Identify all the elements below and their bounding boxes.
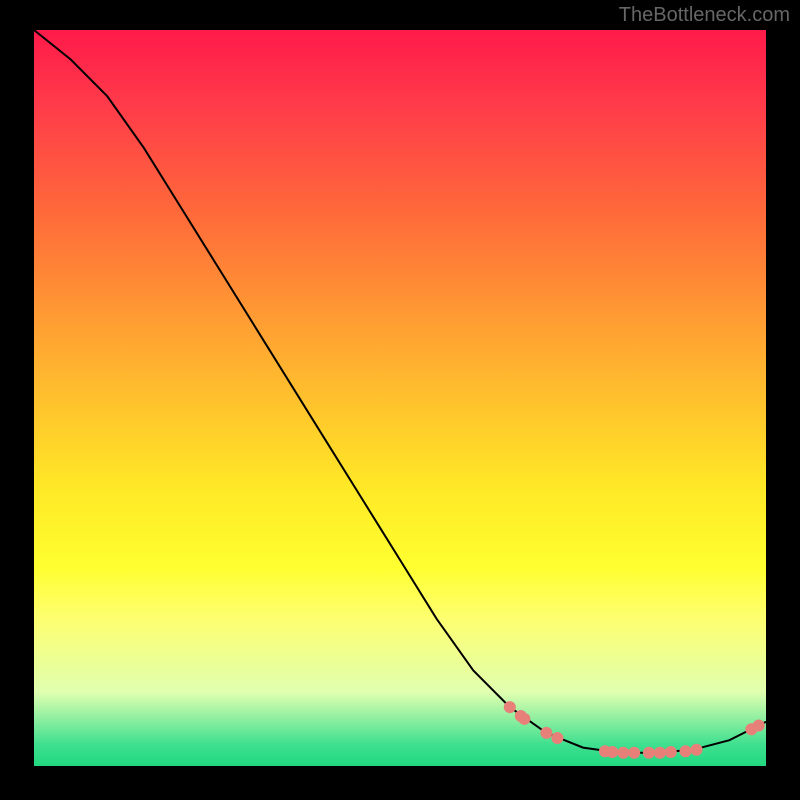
data-marker xyxy=(504,701,516,713)
bottleneck-curve xyxy=(34,30,766,753)
data-marker xyxy=(665,746,677,758)
data-marker xyxy=(643,747,655,759)
chart-overlay xyxy=(34,30,766,766)
data-marker xyxy=(617,747,629,759)
data-marker xyxy=(540,727,552,739)
data-marker xyxy=(691,744,703,756)
data-markers xyxy=(504,701,765,759)
data-marker xyxy=(606,746,618,758)
data-marker xyxy=(628,747,640,759)
data-marker xyxy=(680,745,692,757)
data-marker xyxy=(518,713,530,725)
data-marker xyxy=(654,747,666,759)
data-marker xyxy=(551,732,563,744)
data-marker xyxy=(753,720,765,732)
watermark-text: TheBottleneck.com xyxy=(619,4,790,27)
